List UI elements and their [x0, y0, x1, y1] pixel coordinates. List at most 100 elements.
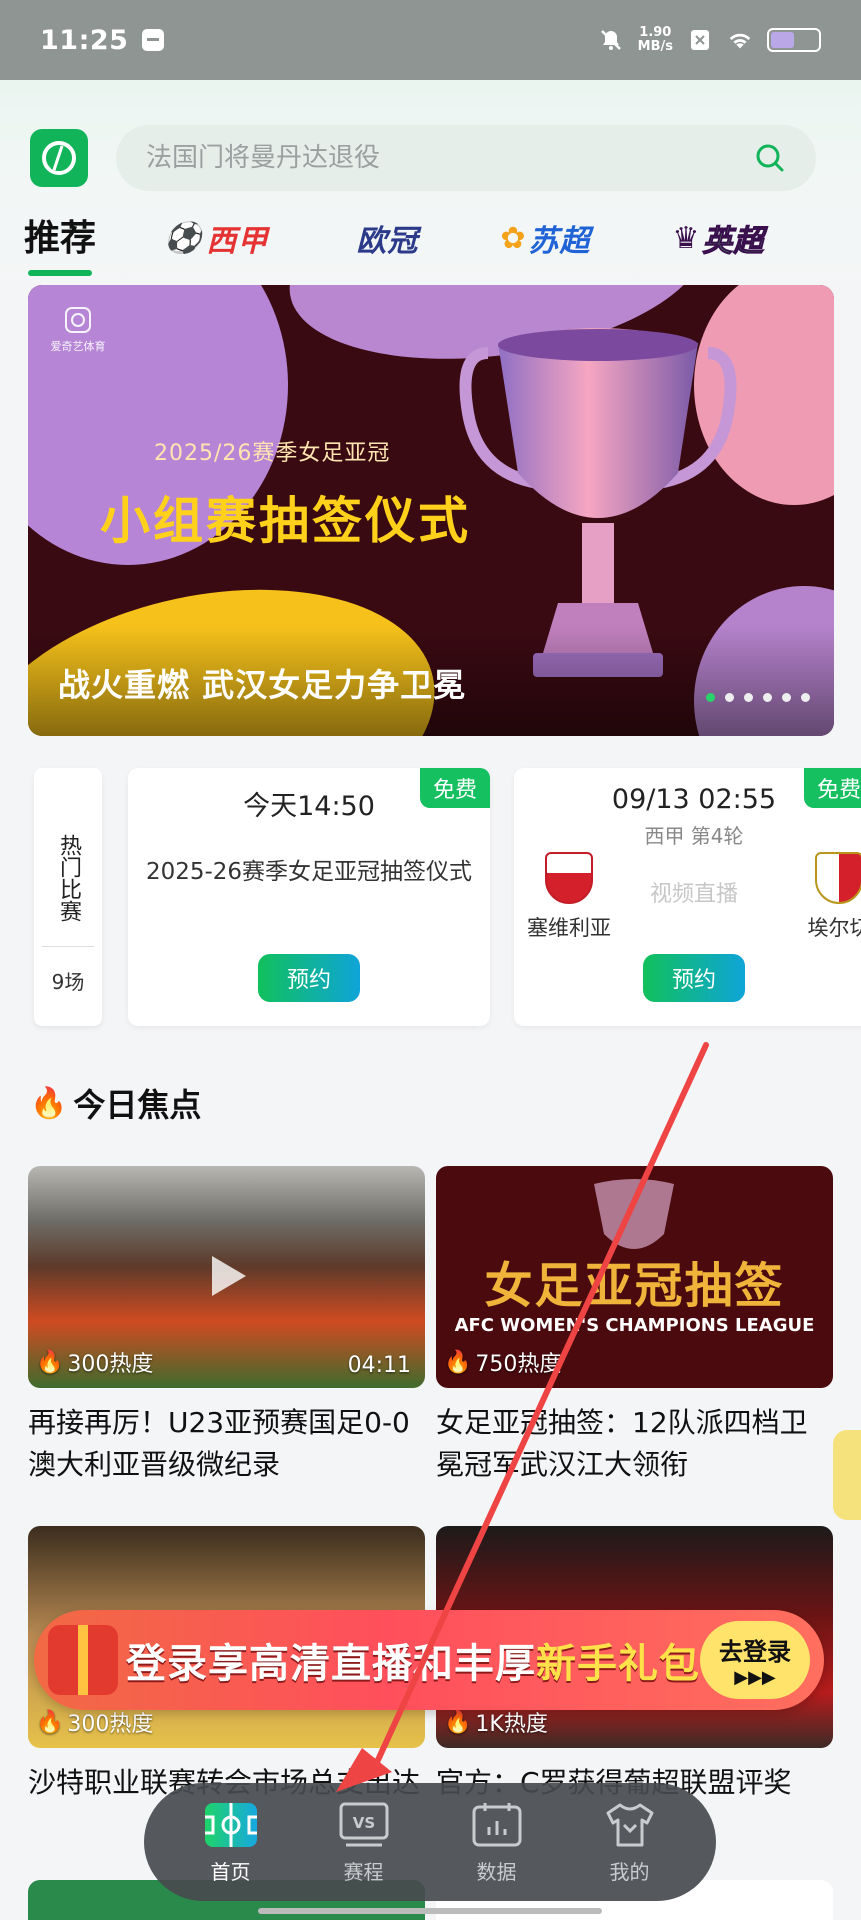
nav-data[interactable]: 数据 — [442, 1800, 552, 1885]
news-title: 再接再厉！U23亚预赛国足0-0澳大利亚晋级微纪录 — [28, 1406, 410, 1481]
match-card[interactable]: 免费 09/13 02:55 西甲 第4轮 塞维利亚 视频直播 埃尔切 预约 — [514, 768, 861, 1026]
pagination-dot — [801, 693, 810, 702]
news-card[interactable]: 🔥 300热度 04:11 再接再厉！U23亚预赛国足0-0澳大利亚晋级微纪录 — [28, 1166, 425, 1486]
pagination-dot — [725, 693, 734, 702]
header — [30, 125, 830, 191]
reserve-button[interactable]: 预约 — [643, 954, 745, 1002]
play-icon[interactable] — [208, 1254, 248, 1298]
nav-schedule[interactable]: VS 赛程 — [309, 1800, 419, 1885]
nav-profile[interactable]: 我的 — [575, 1800, 685, 1885]
match-time: 09/13 02:55 — [611, 784, 777, 815]
laliga-logo-icon: ⚽ — [164, 220, 203, 256]
svg-text:VS: VS — [352, 1814, 374, 1832]
nav-home-label: 首页 — [210, 1859, 251, 1884]
away-team: 埃尔切 — [784, 852, 861, 942]
section-today-focus: 🔥 今日焦点 — [30, 1080, 201, 1126]
app-logo[interactable] — [30, 129, 88, 187]
go-login-button[interactable]: 去登录 ▶▶▶ — [700, 1621, 810, 1699]
tab-premier-league[interactable]: ♛ 英超 — [673, 210, 765, 266]
wifi-icon — [727, 27, 753, 53]
pagination-dot — [763, 693, 772, 702]
mute-bell-icon — [598, 27, 624, 53]
image-headline: 女足亚冠抽签 — [484, 1258, 785, 1314]
match-title: 2025-26赛季女足亚冠抽签仪式 — [145, 859, 473, 885]
search-icon[interactable] — [754, 142, 786, 174]
heat-text: 750热度 — [475, 1352, 562, 1377]
promo-text-highlight: 新手礼包 — [536, 1641, 700, 1687]
reserve-button[interactable]: 预约 — [258, 954, 360, 1002]
hot-matches-sidebar[interactable]: 热门比赛 9场 — [34, 768, 102, 1026]
news-card[interactable]: 女足亚冠抽签 AFC WOMEN'S CHAMPIONS LEAGUE 🔥 750… — [436, 1166, 833, 1486]
fire-icon: 🔥 — [30, 1085, 68, 1121]
tab-champions-league[interactable]: 欧冠 — [356, 210, 418, 266]
hero-banner[interactable]: 爱奇艺体育 2025/26赛季女足亚冠 小组赛抽签仪式 战火重燃 武汉女足力争卫… — [28, 285, 834, 736]
heat-text: 300热度 — [67, 1352, 154, 1377]
news-title: 女足亚冠抽签：12队派四档卫冕冠军武汉江大领衔 — [436, 1406, 808, 1481]
network-speed-value: 1.90 — [639, 25, 672, 40]
nav-profile-label: 我的 — [609, 1859, 650, 1884]
schedule-vs-icon: VS — [336, 1800, 392, 1850]
fire-icon: 🔥 — [444, 1349, 472, 1375]
home-icon — [203, 1800, 259, 1850]
divider — [42, 946, 94, 947]
banner-caption: 战火重燃 武汉女足力争卫冕 — [58, 666, 467, 704]
hot-matches-count: 9场 — [51, 970, 85, 994]
tab-epl-label: 英超 — [702, 224, 765, 260]
heat-count: 🔥 1K热度 — [444, 1706, 548, 1738]
section-title-text: 今日焦点 — [73, 1086, 202, 1124]
hot-matches-label: 热门比赛 — [56, 834, 81, 922]
home-team-name: 塞维利亚 — [527, 916, 611, 940]
tab-recommended[interactable]: 推荐 — [24, 210, 96, 276]
search-bar[interactable] — [116, 125, 816, 191]
pagination-dot — [782, 693, 791, 702]
promo-text-main: 登录享高清直播和丰厚 — [126, 1641, 536, 1687]
status-time: 11:25 — [40, 24, 129, 56]
news-thumbnail: 女足亚冠抽签 AFC WOMEN'S CHAMPIONS LEAGUE 🔥 750… — [436, 1166, 833, 1388]
home-indicator — [258, 1908, 602, 1914]
heat-text: 300热度 — [67, 1712, 154, 1737]
away-team-name: 埃尔切 — [807, 916, 861, 940]
tab-su-league[interactable]: ✿ 苏超 — [500, 210, 590, 266]
premier-league-lion-icon: ♛ — [672, 220, 701, 256]
match-card[interactable]: 免费 今天14:50 2025-26赛季女足亚冠抽签仪式 预约 — [128, 768, 490, 1026]
match-round: 西甲 第4轮 — [644, 824, 744, 848]
fire-icon: 🔥 — [36, 1709, 64, 1735]
news-thumbnail: 🔥 300热度 04:11 — [28, 1166, 425, 1388]
bottom-navigation: 首页 VS 赛程 数据 我的 — [144, 1783, 716, 1901]
tab-ucl-label: 欧冠 — [356, 224, 419, 259]
promo-text: 登录享高清直播和丰厚新手礼包 — [126, 1631, 700, 1689]
network-speed-unit: MB/s — [637, 39, 673, 54]
banner-title: 小组赛抽签仪式 — [100, 492, 471, 550]
fire-icon: 🔥 — [36, 1349, 64, 1375]
login-promo-banner[interactable]: 登录享高清直播和丰厚新手礼包 去登录 ▶▶▶ — [34, 1610, 824, 1710]
banner-season: 2025/26赛季女足亚冠 — [154, 441, 391, 466]
login-button-label: 去登录 — [719, 1638, 791, 1666]
nav-home[interactable]: 首页 — [176, 1800, 286, 1885]
status-bar: 11:25 1.90 MB/s — [0, 0, 861, 80]
tab-su-label: 苏超 — [528, 224, 591, 259]
floating-widget[interactable] — [833, 1430, 861, 1520]
iqiyi-sports-icon — [65, 307, 91, 333]
fire-icon: 🔥 — [444, 1709, 472, 1735]
status-icons: 1.90 MB/s — [598, 26, 821, 54]
arrows-icon: ▶▶▶ — [734, 1667, 776, 1688]
data-chart-icon — [469, 1800, 525, 1850]
battery-level — [771, 32, 794, 48]
heat-text: 1K热度 — [475, 1712, 548, 1737]
match-time: 今天14:50 — [243, 791, 375, 822]
pagination-dot — [744, 693, 753, 702]
category-tabs: 推荐 ⚽ 西甲 欧冠 ✿ 苏超 ♛ 英超 — [24, 206, 844, 276]
search-input[interactable] — [146, 143, 754, 173]
tab-laliga[interactable]: ⚽ 西甲 — [164, 210, 268, 266]
su-league-logo-icon: ✿ — [500, 220, 527, 256]
banner-brand-text: 爱奇艺体育 — [50, 340, 106, 353]
banner-brand-logo: 爱奇艺体育 — [48, 305, 108, 354]
elche-crest-icon — [815, 852, 861, 904]
message-notification-icon — [142, 29, 165, 51]
nav-data-label: 数据 — [476, 1859, 517, 1884]
tab-laliga-label: 西甲 — [206, 224, 269, 259]
nav-schedule-label: 赛程 — [343, 1859, 384, 1884]
image-subtitle: AFC WOMEN'S CHAMPIONS LEAGUE — [454, 1315, 815, 1336]
video-duration: 04:11 — [347, 1353, 411, 1378]
heat-count: 🔥 300热度 — [36, 1706, 153, 1738]
